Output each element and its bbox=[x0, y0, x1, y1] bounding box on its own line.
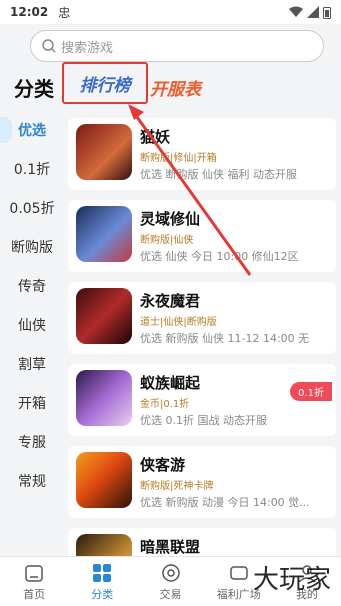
discount-badge: 0.1折 bbox=[290, 382, 332, 401]
status-carrier: 忠 bbox=[58, 5, 71, 20]
search-placeholder: 搜索游戏 bbox=[61, 40, 114, 56]
welfare-icon bbox=[229, 565, 248, 580]
grid-icon bbox=[93, 563, 112, 582]
game-name: 猫妖 bbox=[140, 128, 171, 146]
game-subtitle: 断购版|仙侠 bbox=[140, 235, 194, 246]
game-list: 猫妖 断购版|修仙|开箱 优选 断购版 仙侠 福利 动态开服 灵域修仙 断购版|… bbox=[68, 110, 336, 556]
tab-ranking-label: 排行榜 bbox=[79, 75, 131, 96]
game-tags: 优选 断购版 仙侠 福利 动态开服 bbox=[140, 168, 297, 181]
sidebar-item-label: 优选 bbox=[18, 122, 46, 139]
game-thumbnail bbox=[76, 370, 132, 426]
game-card[interactable]: 永夜魔君 道士|仙侠|断购版 优选 新购版 仙侠 11-12 14:00 无 bbox=[68, 282, 336, 354]
game-subtitle: 断购版|修仙|开箱 bbox=[140, 153, 217, 164]
game-card[interactable]: 蚁族崛起 金币|0.1折 优选 0.1折 国战 动态开服 0.1折 bbox=[68, 364, 336, 436]
game-info: 暗黑联盟 bbox=[140, 534, 200, 556]
search-input[interactable]: 搜索游戏 bbox=[30, 30, 324, 62]
status-bar: 12:02 忠 bbox=[0, 0, 341, 24]
sidebar-item-duangou[interactable]: 断购版 bbox=[0, 227, 64, 266]
nav-home[interactable]: 首页 bbox=[0, 557, 68, 606]
sidebar-item-label: 断购版 bbox=[11, 239, 53, 256]
nav-label: 分类 bbox=[91, 587, 114, 601]
sidebar-item-changgui[interactable]: 常规 bbox=[0, 461, 64, 500]
nav-trade[interactable]: 交易 bbox=[136, 557, 204, 606]
nav-category[interactable]: 分类 bbox=[68, 557, 136, 606]
game-thumbnail bbox=[76, 124, 132, 180]
watermark: 大玩家 bbox=[252, 565, 331, 595]
sidebar-item-youxuan[interactable]: 优选 bbox=[0, 110, 64, 149]
sidebar-item-label: 0.05折 bbox=[9, 200, 55, 217]
game-info: 侠客游 断购版|死神卡牌 优选 新购版 动漫 今日 14:00 觉... bbox=[140, 452, 310, 512]
signal-icon bbox=[307, 6, 319, 18]
game-tags: 优选 新购版 仙侠 11-12 14:00 无 bbox=[140, 332, 310, 345]
sidebar-item-label: 割草 bbox=[18, 356, 46, 373]
game-tags: 优选 仙侠 今日 10:00 修仙12区 bbox=[140, 250, 299, 263]
sidebar-item-chuanqi[interactable]: 传奇 bbox=[0, 266, 64, 305]
sidebar-item-005zhe[interactable]: 0.05折 bbox=[0, 188, 64, 227]
home-icon bbox=[25, 564, 43, 582]
sidebar-item-xianxia[interactable]: 仙侠 bbox=[0, 305, 64, 344]
game-subtitle: 断购版|死神卡牌 bbox=[140, 481, 214, 492]
game-info: 蚁族崛起 金币|0.1折 优选 0.1折 国战 动态开服 bbox=[140, 370, 267, 430]
sidebar-item-01zhe[interactable]: 0.1折 bbox=[0, 149, 64, 188]
game-name: 侠客游 bbox=[140, 456, 186, 474]
top-tabs: 分类 排行榜 开服表 bbox=[0, 62, 341, 104]
sidebar-item-label: 仙侠 bbox=[18, 317, 46, 334]
game-info: 猫妖 断购版|修仙|开箱 优选 断购版 仙侠 福利 动态开服 bbox=[140, 124, 297, 184]
game-card[interactable]: 暗黑联盟 bbox=[68, 528, 336, 556]
game-name: 暗黑联盟 bbox=[140, 538, 201, 556]
sidebar-item-label: 0.1折 bbox=[13, 161, 51, 178]
game-thumbnail bbox=[76, 288, 132, 344]
sidebar-item-label: 开箱 bbox=[18, 395, 46, 412]
game-tags: 优选 新购版 动漫 今日 14:00 觉... bbox=[140, 496, 310, 509]
game-name: 永夜魔君 bbox=[140, 292, 201, 310]
game-name: 灵域修仙 bbox=[140, 210, 201, 228]
game-tags: 优选 0.1折 国战 动态开服 bbox=[140, 414, 267, 427]
nav-label: 首页 bbox=[23, 587, 46, 601]
sidebar-item-kaixiang[interactable]: 开箱 bbox=[0, 383, 64, 422]
game-subtitle: 道士|仙侠|断购版 bbox=[140, 317, 217, 328]
sidebar-item-zhuanfu[interactable]: 专服 bbox=[0, 422, 64, 461]
game-card[interactable]: 灵域修仙 断购版|仙侠 优选 仙侠 今日 10:00 修仙12区 bbox=[68, 200, 336, 272]
nav-label: 交易 bbox=[159, 587, 182, 601]
game-info: 永夜魔君 道士|仙侠|断购版 优选 新购版 仙侠 11-12 14:00 无 bbox=[140, 288, 309, 348]
tab-category[interactable]: 分类 bbox=[14, 73, 54, 102]
tab-servers[interactable]: 开服表 bbox=[150, 75, 201, 100]
trade-icon bbox=[161, 563, 180, 582]
sidebar-item-label: 传奇 bbox=[18, 278, 46, 295]
game-thumbnail bbox=[76, 206, 132, 262]
status-icons bbox=[289, 6, 331, 19]
wifi-icon bbox=[289, 6, 303, 17]
game-thumbnail bbox=[76, 452, 132, 508]
sidebar-item-label: 常规 bbox=[18, 473, 46, 490]
game-card[interactable]: 侠客游 断购版|死神卡牌 优选 新购版 动漫 今日 14:00 觉... bbox=[68, 446, 336, 518]
tab-ranking[interactable]: 排行榜 bbox=[62, 62, 148, 104]
sidebar-item-gecao[interactable]: 割草 bbox=[0, 344, 64, 383]
status-time: 12:02 bbox=[10, 5, 49, 19]
game-subtitle: 金币|0.1折 bbox=[140, 399, 190, 410]
game-info: 灵域修仙 断购版|仙侠 优选 仙侠 今日 10:00 修仙12区 bbox=[140, 206, 299, 266]
game-thumbnail bbox=[76, 534, 132, 556]
search-icon bbox=[42, 39, 56, 53]
sidebar-item-label: 专服 bbox=[18, 434, 46, 451]
category-sidebar: 优选 0.1折 0.05折 断购版 传奇 仙侠 割草 开箱 专服 常规 bbox=[0, 110, 64, 556]
game-name: 蚁族崛起 bbox=[140, 374, 201, 392]
game-card[interactable]: 猫妖 断购版|修仙|开箱 优选 断购版 仙侠 福利 动态开服 bbox=[68, 118, 336, 190]
battery-icon bbox=[323, 6, 331, 19]
